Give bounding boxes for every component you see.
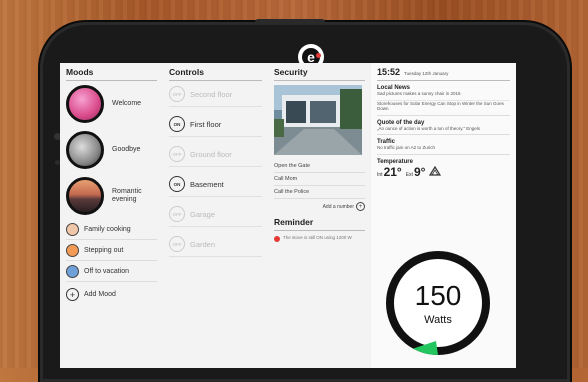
mood-stepping-out[interactable]: Stepping out (66, 244, 157, 261)
add-mood-label: Add Mood (84, 291, 116, 298)
temp-ext-label: Ext (405, 171, 413, 178)
mood-goodbye-image (66, 131, 104, 169)
reminder-text: The stove is still ON using 1200 W (283, 235, 352, 240)
mood-family-cooking[interactable]: Family cooking (66, 223, 157, 240)
power-toggle[interactable]: OFF (169, 206, 185, 222)
add-mood-button[interactable]: + Add Mood (66, 288, 157, 301)
info-column: 15:52 Tuesday 12th January Local News Sa… (371, 63, 516, 368)
mood-label: Off to vacation (84, 268, 130, 275)
clock: 15:52 Tuesday 12th January (377, 67, 510, 81)
reminder-item[interactable]: The stove is still ON using 1200 W (274, 235, 365, 242)
mood-label: Romantic evening (112, 187, 142, 204)
control-label: First floor (190, 119, 222, 129)
power-toggle[interactable]: OFF (169, 146, 185, 162)
mood-welcome[interactable]: Welcome (66, 85, 157, 123)
mood-label: Welcome (112, 99, 142, 107)
temp-int-label: Int (377, 171, 383, 178)
temp-ext-value: 9° (413, 164, 426, 179)
mood-romantic-evening[interactable]: Romantic evening (66, 177, 157, 215)
control-label: Basement (190, 179, 224, 189)
news-item[interactable]: Sad pictures makes a sunny chair in 2016 (377, 91, 510, 101)
date: Tuesday 12th January (404, 71, 449, 76)
alert-icon (274, 236, 280, 242)
dashboard-screen: Moods Welcome Goodbye Romantic evening F… (60, 63, 516, 368)
stepping-out-icon (66, 244, 79, 257)
mood-welcome-image (66, 85, 104, 123)
moods-column: Moods Welcome Goodbye Romantic evening F… (60, 63, 163, 368)
power-value: 150 (415, 280, 462, 311)
add-number-button[interactable]: Add a number + (274, 202, 365, 211)
control-row[interactable]: OFF Ground floor (169, 146, 262, 167)
control-label: Garage (190, 209, 216, 219)
security-title: Security (274, 67, 365, 81)
control-label: Ground floor (190, 149, 232, 159)
power-toggle[interactable]: OFF (169, 86, 185, 102)
traffic-text: No traffic jam on A2 to Zurich (377, 145, 510, 155)
family-cooking-icon (66, 223, 79, 236)
plus-icon: + (356, 202, 365, 211)
mood-label: Stepping out (84, 247, 124, 254)
vacation-icon (66, 265, 79, 278)
open-gate-button[interactable]: Open the Gate (274, 160, 365, 173)
control-row[interactable]: ON First floor (169, 116, 262, 137)
call-mom-button[interactable]: Call Mom (274, 173, 365, 186)
security-camera-feed[interactable] (274, 85, 362, 155)
controls-column: Controls OFF Second floor ON First floor OFF… (163, 63, 268, 368)
call-police-button[interactable]: Call the Police (274, 186, 365, 199)
control-row[interactable]: OFF Garage (169, 206, 262, 227)
controls-list: OFF Second floor ON First floor OFF Ground fl… (169, 86, 262, 257)
power-toggle[interactable]: ON (169, 116, 185, 132)
time: 15:52 (377, 67, 401, 77)
mood-label: Family cooking (84, 226, 131, 233)
mood-off-to-vacation[interactable]: Off to vacation (66, 265, 157, 282)
power-unit: Watts (424, 314, 452, 326)
quote-text: „An ounce of action is worth a ton of th… (377, 126, 510, 135)
news-item[interactable]: Storehouses for Solar Energy Can Stop in… (377, 101, 510, 116)
power-button (255, 19, 325, 25)
moods-title: Moods (66, 67, 157, 81)
power-toggle[interactable]: ON (169, 176, 185, 192)
controls-title: Controls (169, 67, 262, 81)
temp-int-value: 21° (383, 164, 402, 179)
weather-icon (429, 165, 442, 176)
mood-evening-image (66, 177, 104, 215)
add-number-label: Add a number (322, 203, 354, 210)
control-label: Second floor (190, 89, 233, 99)
mood-label: Goodbye (112, 145, 141, 153)
control-label: Garden (190, 239, 216, 249)
temperature-readout: Int 21° Ext 9° (377, 165, 510, 179)
mood-goodbye[interactable]: Goodbye (66, 131, 157, 169)
house-photo-icon (274, 85, 362, 155)
power-gauge: 150 Watts (386, 251, 490, 355)
control-row[interactable]: OFF Garden (169, 236, 262, 257)
control-row[interactable]: ON Basement (169, 176, 262, 197)
reminder-title: Reminder (274, 217, 365, 231)
control-row[interactable]: OFF Second floor (169, 86, 262, 107)
plus-icon: + (66, 288, 79, 301)
power-toggle[interactable]: OFF (169, 236, 185, 252)
security-column: Security Open the Gate Call Mom Call the… (268, 63, 371, 368)
